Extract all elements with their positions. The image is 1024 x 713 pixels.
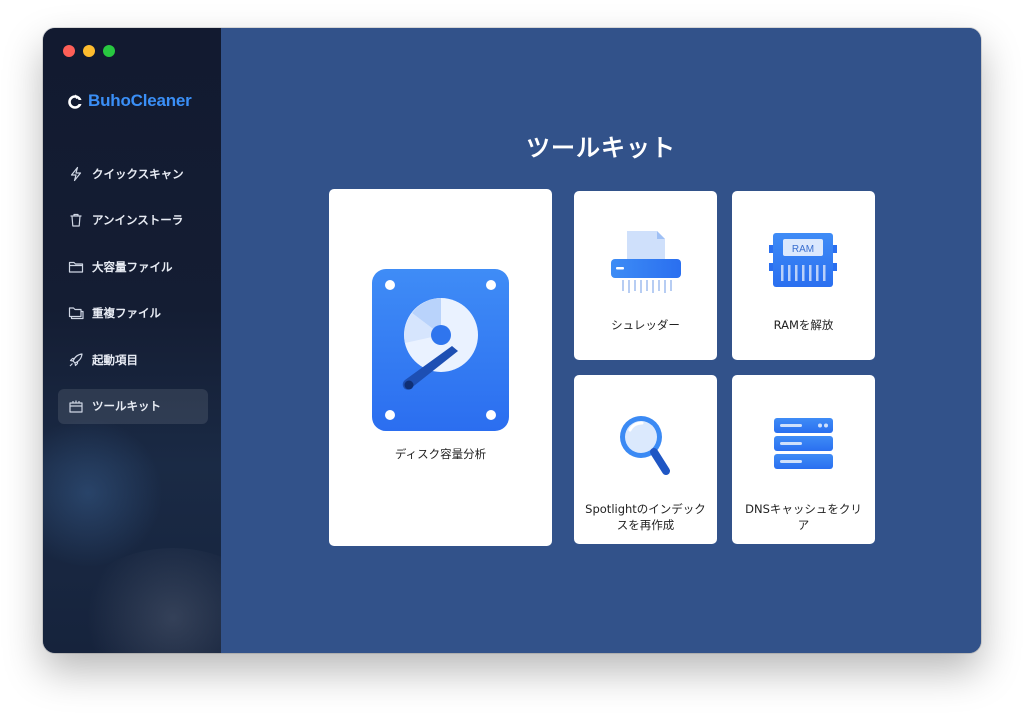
- ram-icon: RAM: [769, 233, 837, 287]
- minimize-window-button[interactable]: [83, 45, 95, 57]
- app-brand: BuhoCleaner: [67, 91, 192, 111]
- disk-analyzer-icon: [372, 269, 509, 431]
- sidebar-item-label: アンインストーラ: [92, 213, 184, 227]
- tool-card-shredder[interactable]: シュレッダー: [574, 191, 717, 360]
- sidebar-item-label: 重複ファイル: [92, 306, 161, 320]
- sidebar-item-label: クイックスキャン: [92, 166, 184, 181]
- trash-icon: [70, 213, 82, 227]
- window-controls: [63, 45, 115, 57]
- magnifier-icon: [620, 416, 670, 475]
- main-content: ツールキット ディスク容量分析 シュレッダー RAM RAMを解放 Spotli…: [221, 28, 981, 653]
- app-name: BuhoCleaner: [88, 91, 192, 110]
- tool-card-flush-dns[interactable]: DNSキャッシュをクリア: [732, 375, 875, 544]
- dns-server-icon: [774, 418, 833, 469]
- sidebar-item-large-files[interactable]: 大容量ファイル: [58, 249, 208, 284]
- sidebar-item-uninstaller[interactable]: アンインストーラ: [58, 203, 208, 238]
- sidebar-item-label: 大容量ファイル: [92, 259, 173, 274]
- tool-label: DNSキャッシュをクリア: [745, 502, 862, 532]
- tool-card-disk-analyzer[interactable]: ディスク容量分析: [329, 189, 552, 546]
- buho-logo-icon: [68, 94, 83, 109]
- tool-label: シュレッダー: [611, 318, 680, 332]
- tool-label: RAMを解放: [773, 318, 834, 332]
- shredder-icon: [611, 231, 681, 293]
- ram-icon-text: RAM: [792, 244, 814, 255]
- zoom-window-button[interactable]: [103, 45, 115, 57]
- sidebar-nav: クイックスキャン アンインストーラ 大容量ファイル 重複ファイル 起動項目 ツー…: [58, 156, 208, 435]
- tool-label: ディスク容量分析: [394, 447, 487, 461]
- rocket-icon: [69, 352, 83, 366]
- page-title: ツールキット: [526, 134, 676, 162]
- tool-card-spotlight-reindex[interactable]: Spotlightのインデックスを再作成: [574, 375, 717, 544]
- sidebar-item-quick-scan[interactable]: クイックスキャン: [58, 156, 208, 191]
- toolkit-icon: [69, 400, 83, 413]
- app-window: BuhoCleaner クイックスキャン アンインストーラ 大容量ファイル 重複…: [43, 28, 981, 653]
- duplicate-folder-icon: [68, 307, 84, 320]
- close-window-button[interactable]: [63, 45, 75, 57]
- sidebar: BuhoCleaner クイックスキャン アンインストーラ 大容量ファイル 重複…: [43, 28, 221, 653]
- sidebar-item-duplicate-files[interactable]: 重複ファイル: [58, 296, 208, 331]
- sidebar-item-toolkit[interactable]: ツールキット: [58, 388, 208, 424]
- tool-card-free-ram[interactable]: RAM RAMを解放: [732, 191, 875, 360]
- sidebar-item-label: 起動項目: [92, 352, 138, 367]
- tool-label: Spotlightのインデックスを再作成: [585, 502, 706, 532]
- folder-icon: [68, 261, 84, 273]
- sidebar-item-label: ツールキット: [92, 399, 161, 413]
- lightning-icon: [70, 166, 82, 181]
- sidebar-glow: [43, 418, 163, 568]
- sidebar-item-login-items[interactable]: 起動項目: [58, 342, 208, 377]
